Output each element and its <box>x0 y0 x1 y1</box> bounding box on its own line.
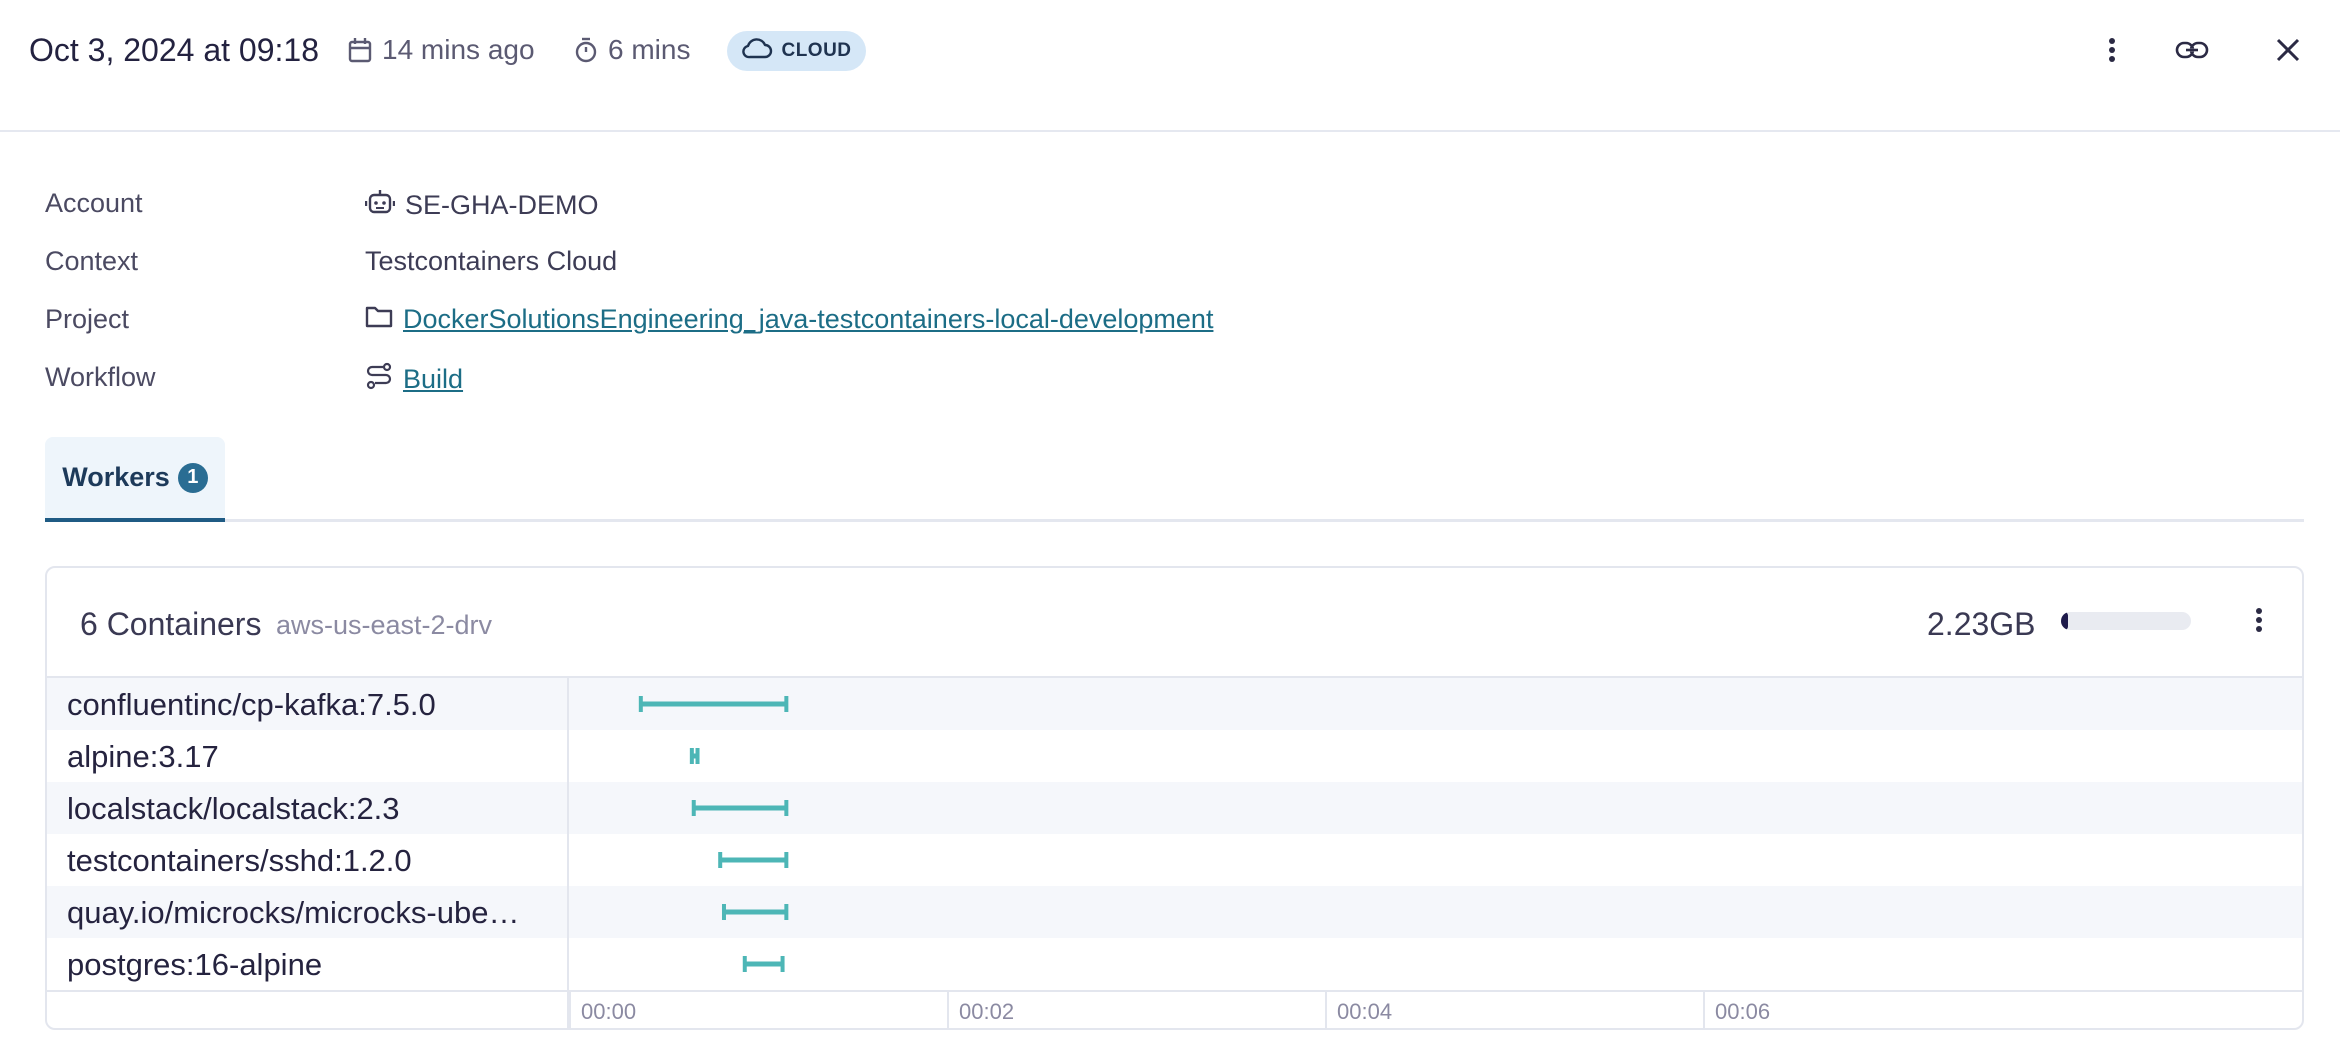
container-row[interactable]: testcontainers/sshd:1.2.0 <box>47 834 2302 886</box>
close-icon <box>2275 37 2301 68</box>
more-vertical-icon <box>2255 607 2263 638</box>
robot-icon <box>364 188 396 223</box>
memory-usage-bar <box>2061 612 2191 630</box>
container-row[interactable]: confluentinc/cp-kafka:7.5.0 <box>47 678 2302 730</box>
worker-card-header: 6 Containers aws-us-east-2-drv 2.23GB <box>47 568 2302 678</box>
run-header: Oct 3, 2024 at 09:18 14 mins ago 6 mins … <box>0 0 2340 132</box>
container-name: postgres:16-alpine <box>67 947 323 982</box>
tab-workers-label: Workers <box>62 462 170 492</box>
project-row: Project DockerSolutionsEngineering_java-… <box>45 304 1445 344</box>
stopwatch-icon <box>574 37 598 63</box>
time-axis-tick: 00:00 <box>569 992 636 1028</box>
more-vertical-icon <box>2108 37 2116 68</box>
duration-text: 6 mins <box>608 34 691 65</box>
worker-card: 6 Containers aws-us-east-2-drv 2.23GB co… <box>45 566 2304 1030</box>
context-row: Context Testcontainers Cloud <box>45 246 1445 286</box>
project-label: Project <box>45 304 130 334</box>
container-name: alpine:3.17 <box>67 739 219 774</box>
name-column-divider <box>567 678 569 1028</box>
folder-icon <box>365 304 393 335</box>
worker-menu-button[interactable] <box>2239 602 2279 642</box>
relative-time-text: 14 mins ago <box>382 34 535 65</box>
close-button[interactable] <box>2266 30 2310 74</box>
tab-bar: Workers 1 <box>45 437 2304 522</box>
cloud-badge-label: CLOUD <box>781 40 852 61</box>
context-label: Context <box>45 246 139 276</box>
time-axis-tick: 00:04 <box>1325 992 1392 1028</box>
containers-count: 6 Containers <box>80 606 262 642</box>
tab-workers[interactable]: Workers 1 <box>45 437 225 522</box>
workflow-link[interactable]: Build <box>403 364 463 395</box>
context-value: Testcontainers Cloud <box>365 246 618 276</box>
calendar-icon <box>348 37 372 63</box>
account-row: Account SE-GHA-DEMO <box>45 188 1445 228</box>
duration: 6 mins <box>574 34 690 66</box>
project-value: DockerSolutionsEngineering_java-testcont… <box>365 304 1213 335</box>
container-rows: confluentinc/cp-kafka:7.5.0 alpine:3.17 … <box>47 678 2302 990</box>
workers-count-badge: 1 <box>177 462 208 493</box>
container-name: quay.io/microcks/microcks-ube… <box>67 895 520 930</box>
workflow-label: Workflow <box>45 362 156 392</box>
link-icon <box>2175 40 2209 65</box>
workflow-value: Build <box>365 362 463 397</box>
time-axis-tick: 00:06 <box>1703 992 1770 1028</box>
container-name: testcontainers/sshd:1.2.0 <box>67 843 412 878</box>
time-axis: 00:00 00:02 00:04 00:06 <box>47 990 2302 1028</box>
more-options-button[interactable] <box>2090 30 2134 74</box>
time-axis-tick: 00:02 <box>947 992 1014 1028</box>
account-value: SE-GHA-DEMO <box>364 188 599 223</box>
memory-usage-fill <box>2061 612 2068 630</box>
container-row[interactable]: quay.io/microcks/microcks-ube… <box>47 886 2302 938</box>
copy-link-button[interactable] <box>2170 30 2214 74</box>
relative-time: 14 mins ago <box>348 34 535 66</box>
container-row[interactable]: alpine:3.17 <box>47 730 2302 782</box>
workflow-icon <box>365 362 393 397</box>
run-title: Oct 3, 2024 at 09:18 <box>29 32 319 68</box>
container-name: localstack/localstack:2.3 <box>67 791 400 826</box>
project-link[interactable]: DockerSolutionsEngineering_java-testcont… <box>403 304 1213 335</box>
container-row[interactable]: localstack/localstack:2.3 <box>47 782 2302 834</box>
container-name: confluentinc/cp-kafka:7.5.0 <box>67 687 436 722</box>
container-row[interactable]: postgres:16-alpine <box>47 938 2302 990</box>
account-name: SE-GHA-DEMO <box>405 190 599 220</box>
memory-usage: 2.23GB <box>1927 606 2036 642</box>
account-label: Account <box>45 188 143 218</box>
cloud-badge: CLOUD <box>727 31 866 71</box>
workflow-row: Workflow Build <box>45 362 1445 402</box>
cloud-icon <box>741 37 773 65</box>
worker-region: aws-us-east-2-drv <box>276 610 493 640</box>
